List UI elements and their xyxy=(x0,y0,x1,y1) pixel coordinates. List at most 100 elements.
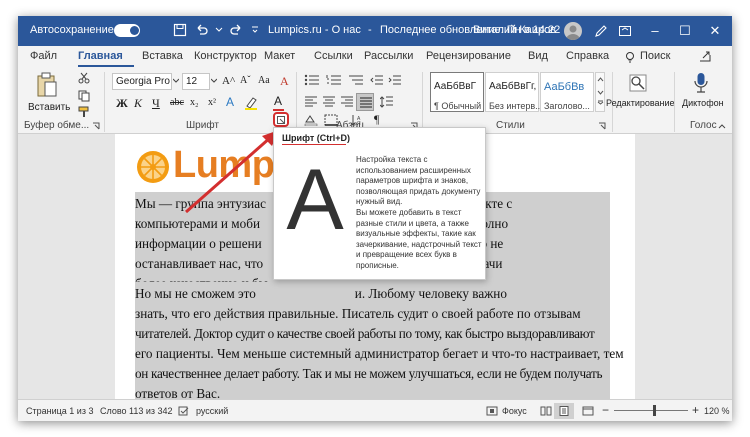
minimize-button[interactable]: – xyxy=(640,16,670,46)
zoom-slider-thumb[interactable] xyxy=(653,405,656,416)
grow-font-button[interactable]: A^ xyxy=(222,75,235,87)
text-line: он качественнее делает работу. Так и мы … xyxy=(135,366,603,381)
copy-icon[interactable] xyxy=(78,90,90,102)
word-count[interactable]: Слово 113 из 342 xyxy=(100,406,173,416)
styles-scroll[interactable] xyxy=(595,72,605,112)
orange-logo-icon xyxy=(137,151,169,183)
tab-design[interactable]: Конструктор xyxy=(194,50,257,62)
line-spacing-icon[interactable] xyxy=(380,96,394,108)
dictate-button-label[interactable]: Диктофон xyxy=(682,98,724,108)
tab-home[interactable]: Главная xyxy=(78,50,123,62)
style-heading[interactable]: АаБбВв Заголово... xyxy=(540,72,594,112)
tab-mailings[interactable]: Рассылки xyxy=(364,50,413,62)
user-name[interactable]: Виталий Каиров xyxy=(473,24,556,36)
chevron-down-icon[interactable] xyxy=(173,78,179,84)
microphone-icon[interactable] xyxy=(694,72,708,94)
autosave-toggle[interactable] xyxy=(114,24,140,37)
editing-button-label[interactable]: Редактирование xyxy=(606,98,675,108)
align-left-icon[interactable] xyxy=(304,96,318,108)
change-case-button[interactable]: Aa xyxy=(258,75,270,86)
tab-insert[interactable]: Вставка xyxy=(142,50,183,62)
style-preview: АаБбВвГ xyxy=(434,81,477,92)
lightbulb-icon xyxy=(626,52,634,63)
tab-review[interactable]: Рецензирование xyxy=(426,50,511,62)
text-line: Но мы не сможем это и. Любому человеку в… xyxy=(135,286,507,301)
style-no-spacing[interactable]: АаБбВвГг, Без интерв... xyxy=(485,72,543,112)
proofing-icon[interactable] xyxy=(178,406,190,416)
paragraph-2[interactable]: Но мы не сможем это и. Любому человеку в… xyxy=(135,282,624,404)
clipboard-group-label: Буфер обме... xyxy=(24,120,90,131)
clipboard-launcher-icon[interactable] xyxy=(92,122,100,130)
focus-icon[interactable] xyxy=(486,406,498,416)
save-icon[interactable] xyxy=(173,23,187,37)
title-separator: - xyxy=(368,24,372,36)
align-right-icon[interactable] xyxy=(340,96,354,108)
voice-group-label: Голос xyxy=(690,120,717,131)
chevron-down-icon[interactable] xyxy=(211,78,217,84)
format-painter-icon[interactable] xyxy=(78,106,90,118)
font-name-dropdown[interactable]: Georgia Pro Li xyxy=(112,73,172,90)
web-layout-icon[interactable] xyxy=(582,406,594,416)
zoom-in-button[interactable]: + xyxy=(692,403,699,417)
justify-button[interactable] xyxy=(356,93,374,111)
language-indicator[interactable]: русский xyxy=(196,406,228,416)
align-center-icon[interactable] xyxy=(322,96,336,108)
page-count[interactable]: Страница 1 из 3 xyxy=(26,406,93,416)
tab-search[interactable]: Поиск xyxy=(640,50,670,62)
status-bar: Страница 1 из 3 Слово 113 из 342 русский… xyxy=(18,399,732,421)
tab-references[interactable]: Ссылки xyxy=(314,50,353,62)
text-effects-button[interactable]: A xyxy=(226,95,234,109)
focus-label[interactable]: Фокус xyxy=(502,406,527,416)
strikethrough-button[interactable]: abc xyxy=(170,97,184,108)
customize-toolbar-icon[interactable] xyxy=(249,23,263,37)
paste-button-label[interactable]: Вставить xyxy=(28,102,70,113)
undo-icon[interactable] xyxy=(195,23,209,37)
underline-button[interactable]: Ч xyxy=(152,96,160,111)
font-dialog-launcher[interactable] xyxy=(273,112,289,127)
text-line: знать, что его действия правильные. Писа… xyxy=(135,306,581,321)
group-divider xyxy=(296,72,297,132)
zoom-out-button[interactable]: − xyxy=(602,403,609,417)
collapse-ribbon-icon[interactable] xyxy=(718,123,726,129)
bold-button[interactable]: Ж xyxy=(116,96,128,111)
zoom-slider[interactable] xyxy=(614,405,688,416)
bullets-icon[interactable] xyxy=(304,74,320,86)
pen-icon[interactable] xyxy=(594,24,608,38)
numbering-icon[interactable] xyxy=(326,74,342,86)
tab-view[interactable]: Вид xyxy=(528,50,548,62)
print-layout-button[interactable] xyxy=(554,403,574,419)
tab-layout[interactable]: Макет xyxy=(264,50,295,62)
close-button[interactable]: ✕ xyxy=(700,16,730,46)
read-mode-icon[interactable] xyxy=(540,406,552,416)
tab-file[interactable]: Файл xyxy=(30,50,57,62)
font-color-swatch xyxy=(273,109,284,111)
tab-help[interactable]: Справка xyxy=(566,50,609,62)
style-normal[interactable]: АаБбВвГ ¶ Обычный xyxy=(430,72,484,112)
font-size-dropdown[interactable]: 12 xyxy=(182,73,210,90)
italic-button[interactable]: К xyxy=(134,96,142,111)
editing-icon[interactable] xyxy=(629,74,647,92)
clear-formatting-button[interactable]: A xyxy=(280,74,289,89)
show-formatting-button[interactable]: ¶ xyxy=(374,112,379,127)
cut-icon[interactable] xyxy=(78,72,90,84)
styles-launcher-icon[interactable] xyxy=(598,122,606,130)
ribbon-display-icon[interactable] xyxy=(618,24,632,38)
shrink-font-button[interactable]: Aˇ xyxy=(240,75,251,86)
superscript-button[interactable]: x² xyxy=(208,97,216,108)
tooltip-description: Настройка текста с использованием расшир… xyxy=(356,155,481,206)
maximize-button[interactable]: ☐ xyxy=(670,16,700,46)
shading-icon[interactable] xyxy=(304,114,318,126)
paste-icon[interactable] xyxy=(36,72,58,98)
decrease-indent-icon[interactable] xyxy=(370,74,384,86)
subscript-button[interactable]: x₂ xyxy=(190,97,199,108)
zoom-level[interactable]: 120 % xyxy=(704,406,730,416)
redo-icon[interactable] xyxy=(229,23,243,37)
chevron-down-icon[interactable] xyxy=(215,23,229,37)
group-divider xyxy=(422,72,423,132)
share-icon[interactable] xyxy=(698,51,712,63)
increase-indent-icon[interactable] xyxy=(388,74,402,86)
multilevel-list-icon[interactable] xyxy=(348,74,364,86)
highlighter-icon[interactable] xyxy=(244,96,258,110)
font-color-button[interactable]: A xyxy=(274,94,282,108)
avatar[interactable] xyxy=(564,22,582,40)
